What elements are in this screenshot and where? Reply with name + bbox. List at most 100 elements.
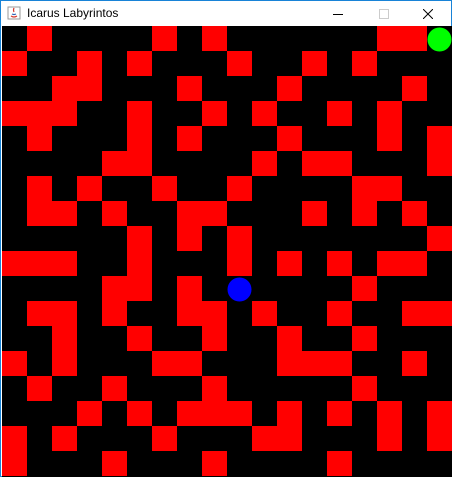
maze-wall-block bbox=[352, 176, 377, 201]
player-marker[interactable] bbox=[227, 277, 252, 302]
maze-wall-block bbox=[377, 126, 402, 151]
maze-wall-block bbox=[27, 126, 52, 151]
maze-wall-block bbox=[302, 201, 327, 226]
maze-wall-block bbox=[252, 426, 277, 451]
maze-wall-block bbox=[427, 301, 452, 326]
maze-wall-block bbox=[127, 226, 152, 251]
maze-wall-block bbox=[327, 151, 352, 176]
maze-wall-block bbox=[52, 326, 77, 351]
maze-wall-block bbox=[327, 401, 352, 426]
maze-wall-block bbox=[177, 401, 202, 426]
maze-wall-block bbox=[327, 101, 352, 126]
maze-wall-block bbox=[402, 251, 427, 276]
maze-wall-block bbox=[352, 276, 377, 301]
maze-wall-block bbox=[202, 201, 227, 226]
maze-wall-block bbox=[377, 401, 402, 426]
maze-wall-block bbox=[52, 351, 77, 376]
maze-wall-block bbox=[427, 426, 452, 451]
maze-wall-block bbox=[227, 401, 252, 426]
maze-wall-block bbox=[127, 251, 152, 276]
maze-wall-block bbox=[377, 26, 402, 51]
maze-wall-block bbox=[2, 451, 27, 476]
maze-wall-block bbox=[277, 326, 302, 351]
maze-wall-block bbox=[402, 76, 427, 101]
maze-wall-block bbox=[302, 151, 327, 176]
maze-wall-block bbox=[202, 451, 227, 476]
maze-wall-block bbox=[227, 251, 252, 276]
maze-wall-block bbox=[227, 226, 252, 251]
maze-wall-block bbox=[52, 76, 77, 101]
maze-wall-block bbox=[402, 351, 427, 376]
java-app-icon bbox=[7, 6, 21, 20]
maze-wall-block bbox=[202, 401, 227, 426]
maximize-icon bbox=[379, 8, 389, 19]
maze-wall-block bbox=[127, 276, 152, 301]
maze-wall-block bbox=[352, 51, 377, 76]
maze-wall-block bbox=[127, 326, 152, 351]
maze-wall-block bbox=[227, 51, 252, 76]
maze-wall-block bbox=[402, 26, 427, 51]
maze-wall-block bbox=[427, 151, 452, 176]
maze-board[interactable] bbox=[2, 26, 452, 477]
maze-wall-block bbox=[127, 51, 152, 76]
maze-wall-block bbox=[327, 301, 352, 326]
maze-wall-block bbox=[77, 76, 102, 101]
maze-wall-block bbox=[27, 101, 52, 126]
maze-wall-block bbox=[102, 201, 127, 226]
maze-wall-block bbox=[327, 351, 352, 376]
maze-wall-block bbox=[102, 301, 127, 326]
maze-wall-block bbox=[27, 26, 52, 51]
maze-wall-block bbox=[77, 51, 102, 76]
maze-wall-block bbox=[302, 351, 327, 376]
maze-wall-block bbox=[277, 426, 302, 451]
maze-wall-block bbox=[2, 51, 27, 76]
maze-wall-block bbox=[252, 151, 277, 176]
maze-wall-block bbox=[152, 426, 177, 451]
maze-wall-block bbox=[402, 301, 427, 326]
goal-marker bbox=[427, 27, 452, 52]
maze-wall-block bbox=[427, 226, 452, 251]
maze-wall-block bbox=[2, 426, 27, 451]
maze-wall-block bbox=[327, 251, 352, 276]
maze-wall-block bbox=[352, 326, 377, 351]
maze-wall-block bbox=[377, 251, 402, 276]
maze-wall-block bbox=[52, 101, 77, 126]
maze-wall-block bbox=[27, 376, 52, 401]
maze-wall-block bbox=[427, 401, 452, 426]
maze-wall-block bbox=[302, 51, 327, 76]
maze-wall-block bbox=[202, 301, 227, 326]
maze-wall-block bbox=[377, 101, 402, 126]
maze-wall-block bbox=[127, 101, 152, 126]
maximize-button[interactable] bbox=[361, 1, 407, 26]
maze-canvas[interactable] bbox=[2, 26, 452, 477]
maze-wall-block bbox=[52, 251, 77, 276]
maze-wall-block bbox=[177, 201, 202, 226]
maze-wall-block bbox=[102, 151, 127, 176]
maze-wall-block bbox=[177, 226, 202, 251]
maze-wall-block bbox=[352, 376, 377, 401]
minimize-button[interactable] bbox=[315, 1, 361, 26]
maze-wall-block bbox=[327, 451, 352, 476]
maze-wall-block bbox=[277, 126, 302, 151]
maze-wall-block bbox=[27, 201, 52, 226]
maze-wall-block bbox=[227, 176, 252, 201]
close-button[interactable] bbox=[405, 1, 451, 26]
maze-wall-block bbox=[127, 401, 152, 426]
maze-wall-block bbox=[152, 26, 177, 51]
maze-wall-block bbox=[127, 151, 152, 176]
close-icon bbox=[423, 8, 433, 19]
maze-wall-block bbox=[77, 401, 102, 426]
maze-wall-block bbox=[177, 126, 202, 151]
maze-wall-block bbox=[252, 301, 277, 326]
maze-wall-block bbox=[177, 276, 202, 301]
maze-wall-block bbox=[152, 351, 177, 376]
maze-wall-block bbox=[277, 76, 302, 101]
maze-wall-block bbox=[277, 251, 302, 276]
maze-wall-block bbox=[202, 376, 227, 401]
maze-wall-block bbox=[177, 301, 202, 326]
maze-wall-block bbox=[202, 26, 227, 51]
title-bar[interactable]: Icarus Labyrintos bbox=[1, 1, 451, 26]
maze-wall-block bbox=[2, 351, 27, 376]
window-title: Icarus Labyrintos bbox=[27, 6, 119, 20]
maze-wall-block bbox=[52, 426, 77, 451]
